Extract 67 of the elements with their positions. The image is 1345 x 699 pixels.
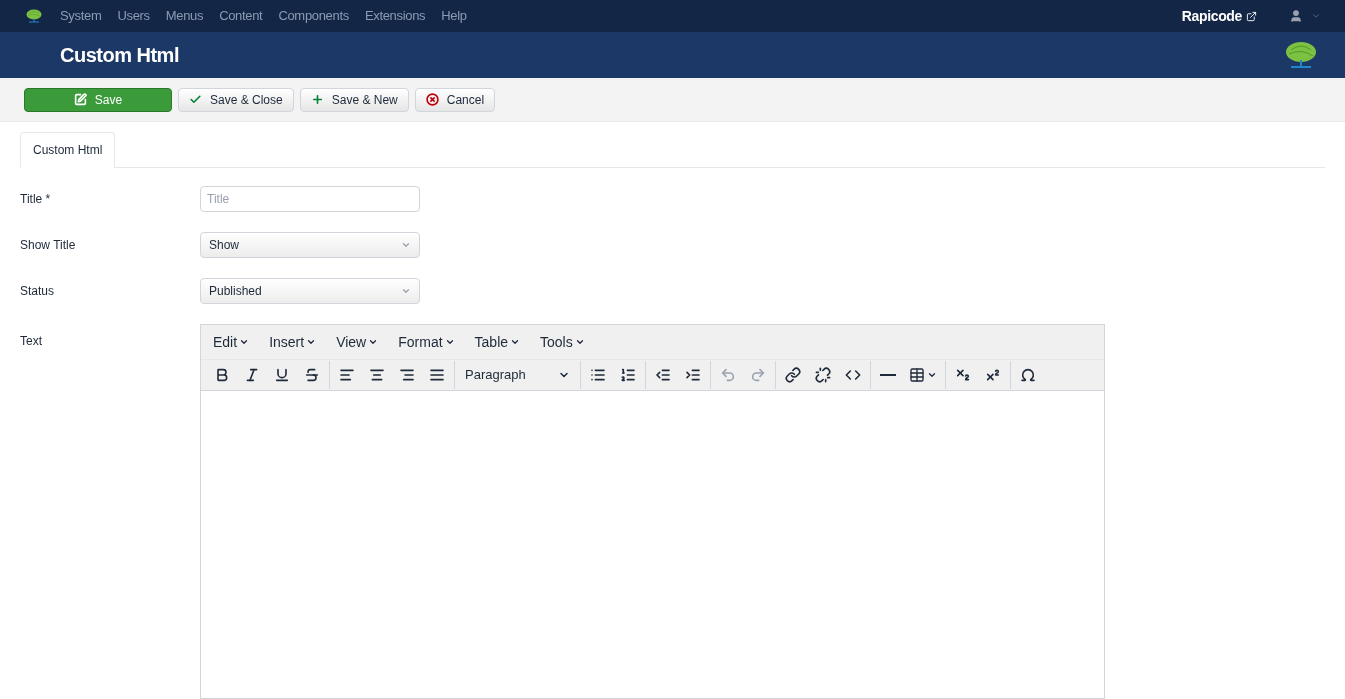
editor-menu[interactable]: View (330, 331, 385, 353)
select-dropdown[interactable]: Published (200, 278, 420, 304)
nav-menu-link[interactable]: Menus (165, 6, 204, 26)
page-title: Custom Html (60, 43, 180, 68)
editor-menu[interactable]: Tools (534, 331, 591, 353)
select-dropdown[interactable]: Show (200, 232, 420, 258)
outdent-icon (654, 367, 671, 383)
nav-menu-link[interactable]: Content (219, 6, 263, 26)
table-icon (908, 367, 925, 383)
caret-icon (574, 337, 585, 347)
link-icon (784, 367, 801, 383)
user-icon[interactable] (1289, 9, 1303, 23)
omega-icon (1019, 367, 1036, 383)
strikethrough-icon (304, 367, 320, 383)
field-label: Show Title (20, 237, 77, 254)
editor-menu[interactable]: Insert (263, 331, 323, 353)
site-name: Rapicode (1181, 6, 1242, 26)
align-justify-icon (429, 367, 445, 383)
editor-menu[interactable]: Table (468, 331, 527, 353)
align-center-icon (369, 367, 385, 383)
nav-menu-link[interactable]: Users (117, 6, 150, 26)
field-label: Title * (20, 191, 52, 208)
check-icon (189, 93, 202, 106)
edit-icon (73, 93, 87, 106)
caret-icon (510, 337, 521, 347)
redo-icon (749, 367, 766, 383)
site-link[interactable]: Rapicode (1181, 5, 1257, 27)
superscript-icon (984, 367, 1001, 383)
code-icon (844, 367, 861, 383)
italic-icon (244, 367, 260, 383)
field-label: Status (20, 283, 56, 300)
caret-icon (368, 337, 379, 347)
align-right-icon (399, 367, 415, 383)
toolbar-button[interactable]: Save & New (299, 87, 409, 112)
nav-menu-link[interactable]: System (60, 6, 102, 26)
save-button[interactable]: Save (24, 87, 172, 112)
numbered-list-icon (619, 367, 636, 383)
nav-menu-link[interactable]: Components (278, 6, 349, 26)
undo-icon (719, 367, 736, 383)
nav-menu-link[interactable]: Extensions (364, 6, 426, 26)
unlink-icon (814, 367, 831, 383)
bold-icon (214, 367, 230, 383)
nav-menu-link[interactable]: Help (441, 6, 467, 26)
format-select[interactable]: Paragraph (457, 361, 578, 389)
editor-menu[interactable]: Edit (207, 331, 256, 353)
align-left-icon (339, 367, 355, 383)
toolbar-button[interactable]: Save & Close (178, 87, 294, 112)
field-label: Text (20, 333, 43, 350)
horizontal-line-icon (879, 374, 896, 376)
caret-icon (401, 240, 411, 250)
input-field[interactable]: Title (200, 186, 420, 212)
tab[interactable]: Custom Html (20, 132, 116, 168)
toolbar-button[interactable]: Cancel (414, 87, 496, 112)
caret-icon (306, 337, 317, 347)
underline-icon (274, 367, 290, 383)
caret-icon (401, 286, 411, 296)
caret-icon (444, 337, 455, 347)
cancel-icon (425, 93, 439, 106)
caret-icon (926, 370, 937, 380)
subscript-icon (954, 367, 971, 383)
indent-icon (684, 367, 701, 383)
plus-icon (310, 93, 324, 106)
bullet-list-icon (589, 367, 606, 383)
tree-logo-icon (24, 8, 44, 24)
caret-icon (239, 337, 250, 347)
external-link-icon (1246, 10, 1257, 22)
editor-menu[interactable]: Format (392, 331, 461, 353)
